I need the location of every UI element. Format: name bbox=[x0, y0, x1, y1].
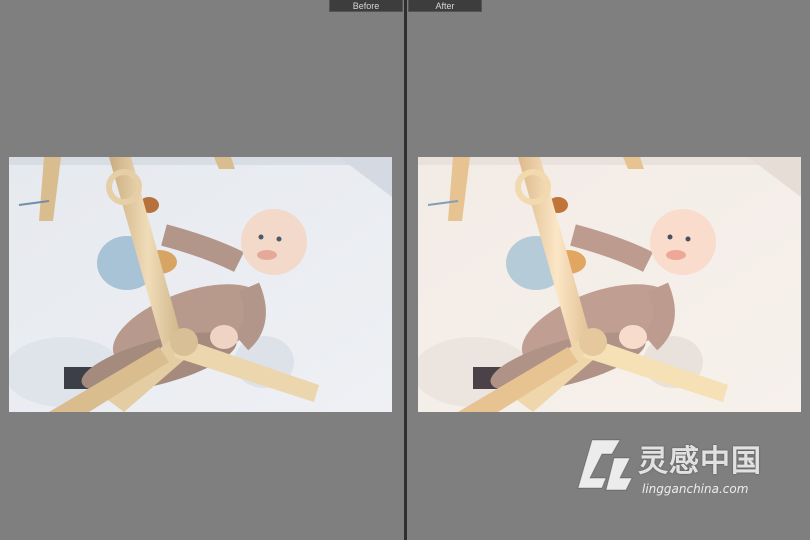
after-tab[interactable]: After bbox=[408, 0, 482, 12]
before-photo bbox=[9, 157, 392, 412]
before-tab[interactable]: Before bbox=[329, 0, 403, 12]
after-photo bbox=[418, 157, 801, 412]
